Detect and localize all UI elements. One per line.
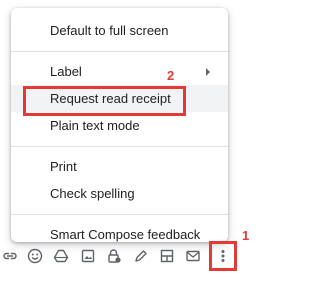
drive-icon[interactable] <box>51 246 71 266</box>
layout-icon[interactable] <box>157 246 177 266</box>
menu-item-check-spelling[interactable]: Check spelling <box>11 180 228 207</box>
more-options-menu: Default to full screen Label Request rea… <box>11 8 228 242</box>
menu-item-print[interactable]: Print <box>11 153 228 180</box>
menu-item-request-read-receipt[interactable]: Request read receipt <box>11 85 228 112</box>
lock-clock-icon[interactable] <box>104 246 124 266</box>
menu-item-label-submenu[interactable]: Label <box>11 58 228 85</box>
step-number-1: 1 <box>242 228 250 243</box>
photo-icon[interactable] <box>78 246 98 266</box>
menu-item-label: Plain text mode <box>50 118 140 133</box>
menu-divider <box>11 146 228 147</box>
menu-item-label: Label <box>50 64 82 79</box>
menu-item-label: Smart Compose feedback <box>50 227 201 242</box>
pen-icon[interactable] <box>131 246 151 266</box>
menu-item-label: Check spelling <box>50 186 135 201</box>
menu-item-plain-text-mode[interactable]: Plain text mode <box>11 112 228 139</box>
menu-item-smart-compose-feedback[interactable]: Smart Compose feedback <box>11 221 228 248</box>
link-icon[interactable] <box>0 246 20 266</box>
more-vert-icon[interactable] <box>214 246 232 266</box>
chevron-right-icon <box>206 68 210 76</box>
menu-item-label: Request read receipt <box>50 91 171 106</box>
menu-item-label: Default to full screen <box>50 23 169 38</box>
step-number-2: 2 <box>167 68 175 83</box>
compose-toolbar <box>0 246 272 270</box>
menu-item-default-full-screen[interactable]: Default to full screen <box>11 17 228 44</box>
envelope-icon[interactable] <box>183 246 203 266</box>
menu-divider <box>11 51 228 52</box>
menu-divider <box>11 214 228 215</box>
emoji-icon[interactable] <box>25 246 45 266</box>
menu-item-label: Print <box>50 159 77 174</box>
